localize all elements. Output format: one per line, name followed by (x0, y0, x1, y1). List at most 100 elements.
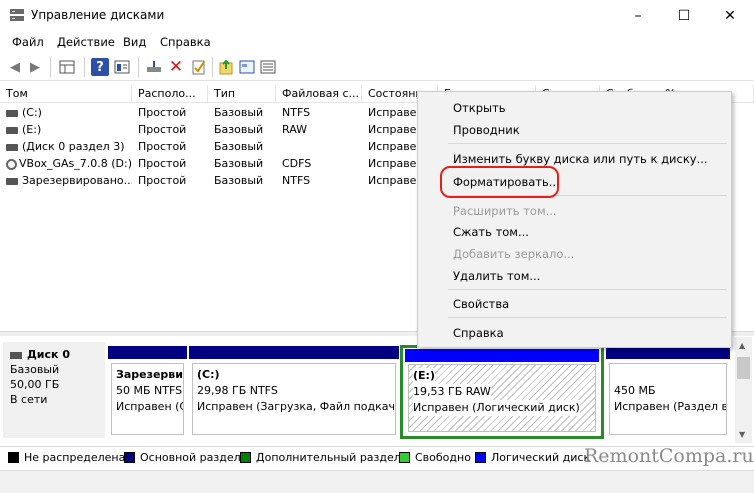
table-row[interactable]: Зарезервировано... Простой Базовый NTFS … (0, 172, 440, 189)
volume-layout: Простой (138, 106, 187, 119)
site-watermark: RemontCompa.ru (584, 445, 754, 467)
table-row[interactable]: VBox_GAs_7.0.8 (D:) Простой Базовый CDFS… (0, 155, 440, 172)
legend-swatch (399, 452, 410, 463)
partition-size: 50 МБ NTFS (116, 384, 183, 397)
status-bar (0, 470, 754, 493)
scrollbar-thumb[interactable] (737, 357, 750, 379)
toolbar-separator (212, 57, 213, 77)
context-menu: Открыть Проводник Изменить букву диска и… (417, 91, 732, 348)
volume-icon (6, 177, 18, 185)
volume-icon (6, 126, 18, 134)
disk-map-scrollbar[interactable]: ▲ ▼ (735, 337, 752, 443)
legend-label: Основной раздел (140, 451, 241, 464)
disk-status: В сети (10, 393, 48, 406)
maximize-button[interactable]: ☐ (661, 0, 707, 31)
disk-type: Базовый (10, 363, 60, 376)
volume-layout: Простой (138, 123, 187, 136)
volume-name: (Диск 0 раздел 3) (22, 140, 125, 153)
menu-separator (448, 289, 727, 290)
partition-status: Исправен (Раздел во (614, 400, 727, 413)
check-icon[interactable] (190, 58, 208, 76)
minimize-button[interactable]: – (615, 0, 661, 31)
toolbar-separator (138, 57, 139, 77)
legend-logical: Логический диск (475, 451, 590, 464)
partition-e-selected[interactable]: (E:) 19,53 ГБ RAW Исправен (Логический д… (400, 345, 604, 439)
console-icon[interactable] (238, 58, 256, 76)
refresh-icon[interactable] (217, 58, 235, 76)
volume-filesystem (282, 138, 362, 155)
legend-extended: Дополнительный раздел (240, 451, 401, 464)
menu-item-shrink[interactable]: Сжать том... (453, 225, 529, 239)
column-filesystem[interactable]: Файловая с... (276, 85, 362, 103)
partition-color-bar (405, 349, 599, 362)
disk-name: Диск 0 (27, 348, 70, 361)
menu-item-properties[interactable]: Свойства (453, 297, 509, 311)
grid-icon[interactable] (58, 58, 76, 76)
partition-reserved[interactable]: Зарезервир 50 МБ NTFS Исправен (С (108, 346, 187, 438)
volume-filesystem: NTFS (282, 106, 311, 119)
partition-c[interactable]: (C:) 29,98 ГБ NTFS Исправен (Загрузка, Ф… (189, 346, 399, 438)
forward-icon[interactable]: ▶ (26, 58, 44, 76)
partition-size: 19,53 ГБ RAW (413, 384, 491, 400)
volume-icon (6, 143, 18, 151)
menu-item-add-mirror: Добавить зеркало... (453, 247, 575, 261)
partition-status: Исправен (С (116, 400, 184, 413)
menu-separator (448, 317, 727, 318)
partition-title: Зарезервир (116, 368, 184, 381)
list-icon[interactable] (259, 58, 277, 76)
volume-layout: Простой (138, 174, 187, 187)
disk-icon (10, 351, 22, 359)
legend-swatch (475, 452, 486, 463)
volume-type: Базовый (214, 157, 264, 170)
partition-recovery[interactable]: 450 МБ Исправен (Раздел во (606, 346, 730, 438)
menu-file[interactable]: Файл (12, 35, 44, 49)
table-row[interactable]: (Диск 0 раздел 3) Простой Базовый Исправ… (0, 138, 440, 155)
volume-name: (C:) (22, 106, 42, 119)
connect-icon[interactable] (145, 58, 163, 76)
legend-swatch (240, 452, 251, 463)
close-button[interactable]: ✕ (707, 0, 753, 31)
partition-title (614, 367, 722, 383)
table-row[interactable]: (C:) Простой Базовый NTFS Исправен (0, 104, 440, 121)
highlight-ring (440, 166, 559, 198)
menu-help[interactable]: Справка (160, 35, 211, 49)
volume-type: Базовый (214, 123, 264, 136)
volume-name: Зарезервировано... (22, 174, 132, 187)
delete-icon[interactable]: ✕ (167, 57, 185, 77)
partition-status: Исправен (Логический диск) (413, 400, 580, 416)
legend-label: Дополнительный раздел (256, 451, 401, 464)
volume-type: Базовый (214, 140, 264, 153)
menu-item-extend: Расширить том... (453, 204, 557, 218)
column-type[interactable]: Тип (208, 85, 276, 103)
menu-separator (448, 143, 727, 144)
toolbar-separator (84, 57, 85, 77)
table-row[interactable]: (E:) Простой Базовый RAW Исправен (0, 121, 440, 138)
partition-size: 450 МБ (614, 384, 656, 397)
menu-action[interactable]: Действие (57, 35, 115, 49)
menu-item-change-letter[interactable]: Изменить букву диска или путь к диску... (453, 152, 708, 166)
scroll-down-icon[interactable]: ▼ (739, 430, 745, 439)
disk-info-panel[interactable]: Диск 0 Базовый 50,00 ГБ В сети (3, 342, 105, 438)
volume-filesystem: NTFS (282, 174, 311, 187)
volume-type: Базовый (214, 174, 264, 187)
help-icon[interactable]: ? (91, 58, 109, 76)
volume-layout: Простой (138, 140, 187, 153)
column-layout[interactable]: Располо... (132, 85, 208, 103)
menu-item-explorer[interactable]: Проводник (453, 123, 520, 137)
menu-item-help[interactable]: Справка (453, 326, 504, 340)
menu-item-open[interactable]: Открыть (453, 101, 506, 115)
menu-item-delete[interactable]: Удалить том... (453, 269, 540, 283)
disk-size: 50,00 ГБ (10, 378, 60, 391)
back-icon[interactable]: ◀ (6, 58, 24, 76)
volume-layout: Простой (138, 157, 187, 170)
window-title: Управление дисками (31, 8, 165, 22)
properties-icon[interactable] (113, 58, 131, 76)
legend-swatch (8, 452, 19, 463)
scroll-up-icon[interactable]: ▲ (739, 341, 745, 350)
menu-view[interactable]: Вид (123, 35, 146, 49)
legend-free: Свободно (399, 451, 471, 464)
legend-label: Не распределена (24, 451, 126, 464)
column-volume[interactable]: Том (0, 85, 132, 103)
volume-type: Базовый (214, 106, 264, 119)
volume-icon (6, 109, 18, 117)
